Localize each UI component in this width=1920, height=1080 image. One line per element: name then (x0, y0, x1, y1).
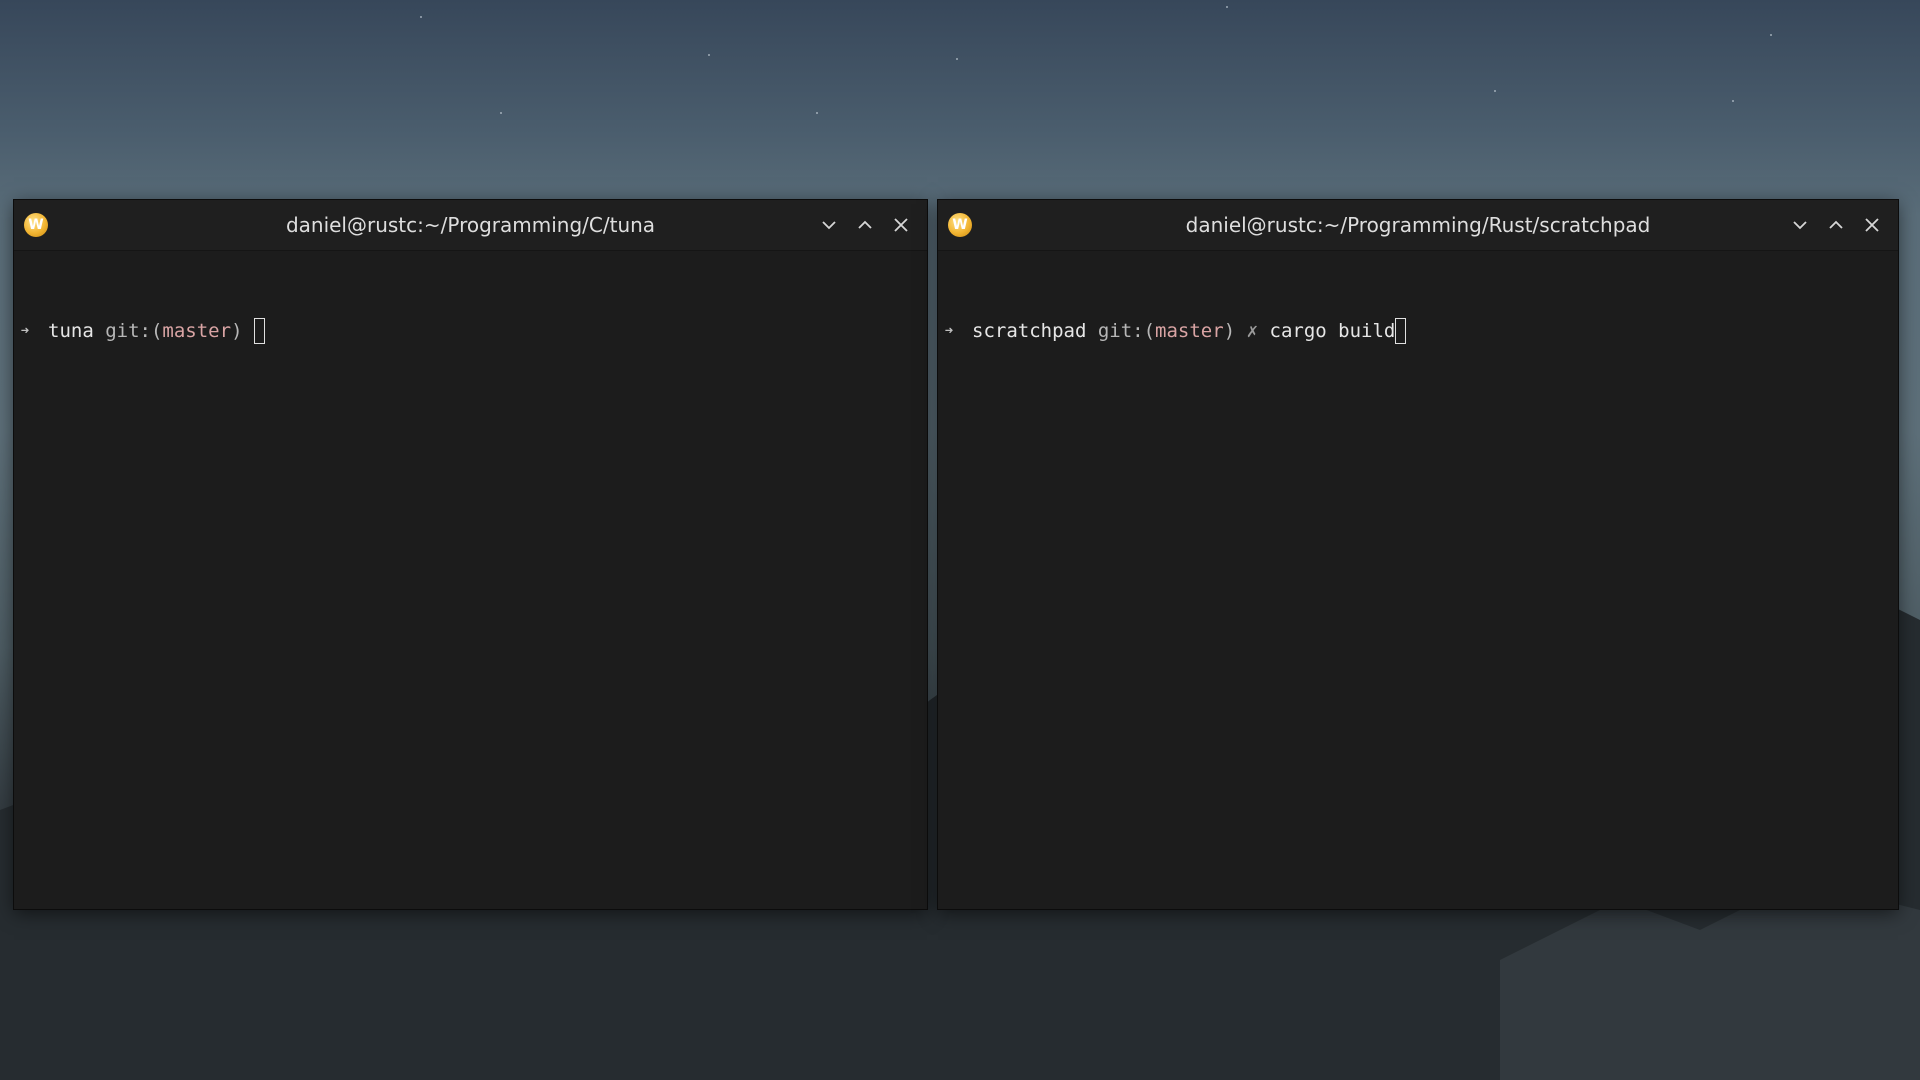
git-prefix: git:( (1097, 320, 1156, 342)
wezterm-icon: W (24, 213, 48, 237)
terminal-content[interactable]: ➜ tuna git:(master) (14, 251, 927, 401)
git-prefix: git:( (105, 320, 163, 342)
chevron-down-icon (1793, 221, 1807, 230)
git-suffix: ) (231, 320, 243, 342)
terminal-content[interactable]: ➜ scratchpad git:(master) ✗ cargo build (938, 251, 1898, 401)
window-titlebar[interactable]: W daniel@rustc:~/Programming/C/tuna (14, 200, 927, 251)
window-title: daniel@rustc:~/Programming/Rust/scratchp… (1185, 213, 1651, 237)
terminal-window-tuna[interactable]: W daniel@rustc:~/Programming/C/tuna ➜ tu… (14, 200, 927, 909)
close-icon (1865, 218, 1879, 232)
minimize-button[interactable] (1782, 207, 1818, 243)
git-branch: master (162, 320, 232, 342)
minimize-button[interactable] (811, 207, 847, 243)
git-suffix: ) (1223, 320, 1236, 342)
close-button[interactable] (883, 207, 919, 243)
close-button[interactable] (1854, 207, 1890, 243)
prompt-arrow-icon: ➜ (944, 323, 954, 339)
chevron-up-icon (1829, 220, 1843, 229)
command-input[interactable]: cargo build (1270, 317, 1396, 345)
chevron-down-icon (822, 221, 836, 230)
prompt-arrow-icon: ➜ (20, 323, 30, 339)
close-icon (894, 218, 908, 232)
window-controls (811, 200, 919, 250)
window-controls (1782, 200, 1890, 250)
maximize-button[interactable] (847, 207, 883, 243)
text-cursor (1395, 318, 1407, 344)
prompt-directory: tuna (48, 320, 94, 342)
wezterm-icon: W (948, 213, 972, 237)
chevron-up-icon (858, 220, 872, 229)
text-cursor (253, 318, 265, 344)
window-title: daniel@rustc:~/Programming/C/tuna (285, 213, 656, 237)
git-branch: master (1155, 320, 1224, 342)
maximize-button[interactable] (1818, 207, 1854, 243)
prompt-line: ➜ tuna git:(master) (14, 317, 927, 345)
prompt-directory: scratchpad (972, 320, 1087, 342)
window-titlebar[interactable]: W daniel@rustc:~/Programming/Rust/scratc… (938, 200, 1898, 251)
git-dirty-marker: ✗ (1246, 320, 1259, 342)
terminal-window-scratchpad[interactable]: W daniel@rustc:~/Programming/Rust/scratc… (938, 200, 1898, 909)
prompt-line: ➜ scratchpad git:(master) ✗ cargo build (938, 317, 1898, 345)
